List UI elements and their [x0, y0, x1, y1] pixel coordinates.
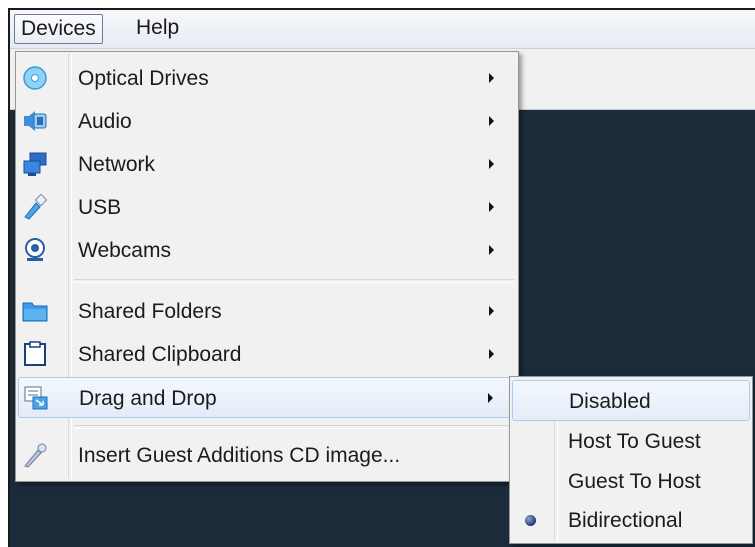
menu-item-label: Host To Guest — [568, 430, 701, 453]
devices-menu: Optical Drives Audio Network USB Webcams — [15, 51, 519, 482]
menu-item-label: USB — [78, 196, 122, 219]
submenu-arrow-icon — [488, 393, 493, 403]
submenu-item-guest-to-host[interactable]: Guest To Host — [512, 461, 750, 502]
menu-item-shared-clipboard[interactable]: Shared Clipboard — [18, 334, 516, 375]
menu-item-label: Bidirectional — [568, 509, 683, 532]
menu-separator — [74, 425, 514, 429]
submenu-arrow-icon — [489, 202, 494, 212]
cd-insert-icon — [22, 442, 48, 468]
menu-item-optical-drives[interactable]: Optical Drives — [18, 58, 516, 99]
menu-item-insert-guest-additions[interactable]: Insert Guest Additions CD image... — [18, 435, 516, 476]
webcam-icon — [22, 237, 48, 263]
submenu-arrow-icon — [489, 116, 494, 126]
menu-item-label: Optical Drives — [78, 67, 209, 90]
submenu-arrow-icon — [489, 73, 494, 83]
drag-drop-icon — [23, 385, 49, 411]
menu-item-shared-folders[interactable]: Shared Folders — [18, 291, 516, 332]
submenu-item-disabled[interactable]: Disabled — [512, 380, 750, 421]
menu-separator — [74, 279, 514, 283]
submenu-arrow-icon — [489, 245, 494, 255]
submenu-item-bidirectional[interactable]: Bidirectional — [512, 500, 750, 541]
submenu-arrow-icon — [489, 306, 494, 316]
menu-item-drag-and-drop[interactable]: Drag and Drop — [18, 377, 516, 418]
menu-item-label: Network — [78, 153, 156, 176]
menu-item-label: Shared Folders — [78, 300, 222, 323]
menu-help[interactable]: Help — [130, 14, 185, 42]
radio-selected-icon — [525, 515, 536, 526]
drag-drop-submenu: Disabled Host To Guest Guest To Host Bid… — [509, 376, 753, 544]
menu-item-label: Audio — [78, 110, 132, 133]
submenu-arrow-icon — [489, 159, 494, 169]
submenu-arrow-icon — [489, 349, 494, 359]
menu-bar: Devices Help — [10, 10, 755, 49]
menu-item-webcams[interactable]: Webcams — [18, 230, 516, 271]
menu-item-usb[interactable]: USB — [18, 187, 516, 228]
menu-item-network[interactable]: Network — [18, 144, 516, 185]
menu-item-label: Webcams — [78, 239, 171, 262]
audio-icon — [22, 108, 48, 134]
menu-item-label: Disabled — [569, 390, 651, 413]
menu-devices[interactable]: Devices — [14, 14, 103, 44]
clipboard-icon — [22, 341, 48, 367]
menu-item-label: Shared Clipboard — [78, 343, 242, 366]
menu-item-label: Guest To Host — [568, 470, 701, 493]
usb-icon — [22, 193, 48, 220]
optical-disc-icon — [22, 65, 48, 91]
menu-item-audio[interactable]: Audio — [18, 101, 516, 142]
network-icon — [22, 151, 48, 177]
menu-item-label: Drag and Drop — [79, 387, 217, 410]
menu-item-label: Insert Guest Additions CD image... — [78, 444, 401, 467]
submenu-item-host-to-guest[interactable]: Host To Guest — [512, 421, 750, 462]
folder-icon — [22, 298, 48, 324]
